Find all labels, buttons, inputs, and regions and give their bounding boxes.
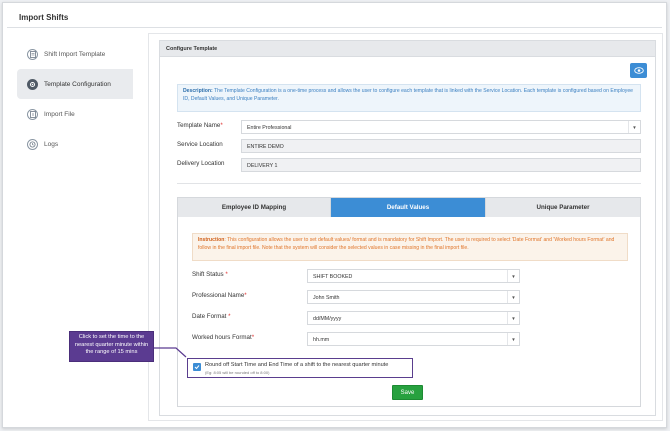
shift-status-label: Shift Status * bbox=[192, 271, 228, 278]
instruction-text: : This configuration allows the user to … bbox=[198, 237, 615, 251]
preview-button[interactable] bbox=[630, 63, 647, 78]
round-off-hint: (Eg: 8:05 will be rounded off to 8:00) bbox=[205, 370, 270, 375]
service-location-label: Service Location bbox=[177, 141, 223, 148]
title-divider bbox=[7, 27, 662, 28]
sidebar-item-template-configuration[interactable]: Template Configuration bbox=[17, 69, 133, 99]
upload-icon bbox=[27, 108, 38, 120]
chevron-down-icon: ▼ bbox=[507, 312, 519, 324]
date-format-select[interactable]: dd/MM/yyyy ▼ bbox=[307, 311, 520, 325]
sidebar-item-logs[interactable]: Logs bbox=[17, 129, 133, 159]
configure-template-panel: Configure Template Description: The Temp… bbox=[159, 40, 656, 416]
professional-name-select[interactable]: John Smith ▼ bbox=[307, 290, 520, 304]
tab-unique-parameter[interactable]: Unique Parameter bbox=[486, 198, 640, 217]
section-divider bbox=[177, 183, 641, 184]
instruction-box: Instruction: This configuration allows t… bbox=[192, 233, 628, 261]
chevron-down-icon: ▼ bbox=[507, 291, 519, 303]
main-content: Configure Template Description: The Temp… bbox=[148, 33, 663, 421]
delivery-location-label: Delivery Location bbox=[177, 160, 225, 167]
sidebar-item-label: Import File bbox=[44, 110, 75, 118]
sidebar-item-label: Shift Import Template bbox=[44, 50, 106, 58]
history-icon bbox=[27, 138, 38, 150]
eye-icon bbox=[633, 67, 644, 74]
sidebar-item-shift-import-template[interactable]: Shift Import Template bbox=[17, 39, 133, 69]
chevron-down-icon: ▼ bbox=[507, 333, 519, 345]
description-box: Description: The Template Configuration … bbox=[177, 84, 641, 112]
template-name-label: Template Name* bbox=[177, 122, 223, 129]
callout-connector bbox=[152, 347, 187, 358]
professional-name-label: Professional Name* bbox=[192, 292, 247, 299]
sidebar-item-label: Template Configuration bbox=[44, 80, 111, 88]
sidebar-item-import-file[interactable]: Import File bbox=[17, 99, 133, 129]
callout-annotation: Click to set the time to the nearest qua… bbox=[69, 331, 154, 362]
configuration-tabs: Employee ID Mapping Default Values Uniqu… bbox=[177, 197, 641, 407]
description-text: The Template Configuration is a one-time… bbox=[183, 88, 634, 102]
save-button[interactable]: Save bbox=[392, 385, 423, 400]
checkmark-icon bbox=[194, 365, 200, 370]
instruction-label: Instruction bbox=[198, 237, 225, 243]
date-format-label: Date Format * bbox=[192, 313, 231, 320]
description-label: Description: bbox=[183, 88, 213, 94]
app-frame: Import Shifts Shift Import Template Temp… bbox=[2, 2, 667, 428]
shift-status-select[interactable]: SHIFT BOOKED ▼ bbox=[307, 269, 520, 283]
worked-hours-format-select[interactable]: hh.mm ▼ bbox=[307, 332, 520, 346]
chevron-down-icon: ▼ bbox=[628, 121, 640, 133]
tab-employee-id-mapping[interactable]: Employee ID Mapping bbox=[178, 198, 331, 217]
sidebar: Shift Import Template Template Configura… bbox=[17, 39, 133, 159]
sidebar-item-label: Logs bbox=[44, 140, 59, 148]
cogs-icon bbox=[27, 78, 38, 90]
round-off-checkbox-row[interactable]: Round off Start Time and End Time of a s… bbox=[187, 358, 413, 378]
round-off-label: Round off Start Time and End Time of a s… bbox=[205, 362, 389, 368]
tab-default-values[interactable]: Default Values bbox=[331, 198, 486, 217]
round-off-checkbox[interactable] bbox=[193, 363, 201, 371]
delivery-location-field: DELIVERY 1 bbox=[241, 158, 641, 172]
template-name-select[interactable]: Entire Professional ▼ bbox=[241, 120, 641, 134]
worked-hours-format-label: Worked hours Format* bbox=[192, 334, 255, 341]
service-location-field: ENTIRE DEMO bbox=[241, 139, 641, 153]
page-title: Import Shifts bbox=[19, 13, 69, 22]
chevron-down-icon: ▼ bbox=[507, 270, 519, 282]
document-icon bbox=[27, 48, 38, 60]
panel-title: Configure Template bbox=[160, 41, 655, 57]
